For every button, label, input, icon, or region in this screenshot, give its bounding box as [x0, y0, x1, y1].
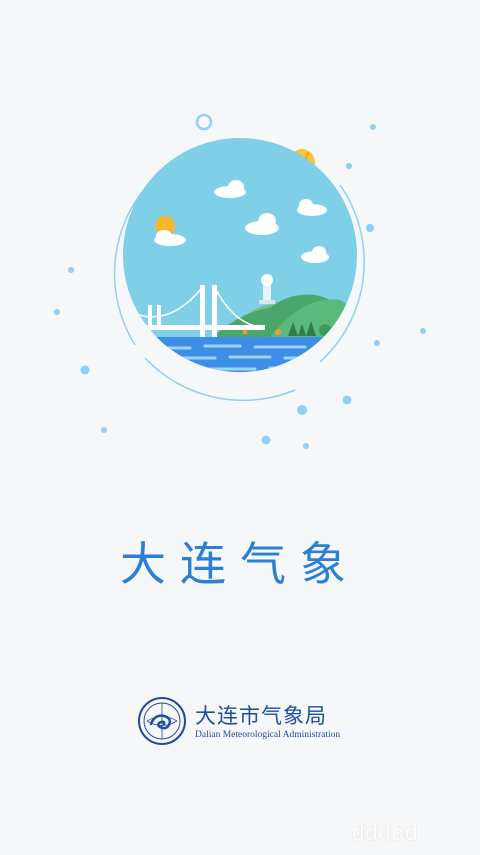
decor-dot — [420, 328, 426, 334]
app-title: 大连气象 — [120, 537, 360, 591]
decor-dot — [68, 267, 74, 273]
dalian-meteorological-emblem-icon — [138, 697, 186, 745]
decor-dot — [366, 224, 374, 232]
decor-dot — [346, 163, 352, 169]
decor-dot — [303, 443, 309, 449]
organization-name-en: Dalian Meteorological Administration — [195, 730, 341, 740]
organization-name-cn: 大连市气象局 — [195, 704, 327, 728]
decor-ring-dot — [195, 113, 213, 131]
splash-screen: 大连气象 大连市气象局 Dalian Meteorological Admini… — [0, 0, 480, 855]
organization-logo: 大连市气象局 Dalian Meteorological Administrat… — [137, 696, 367, 750]
dalian-coast-illustration — [54, 113, 426, 449]
decor-dot — [101, 427, 107, 433]
watermark-text: ddddd — [352, 820, 419, 845]
decor-dot — [370, 124, 376, 130]
decor-dot — [297, 405, 307, 415]
decor-dot — [80, 365, 90, 375]
decor-dot — [374, 340, 380, 346]
decor-dot — [54, 309, 60, 315]
decor-dot — [261, 435, 271, 445]
decor-dot — [342, 395, 352, 405]
